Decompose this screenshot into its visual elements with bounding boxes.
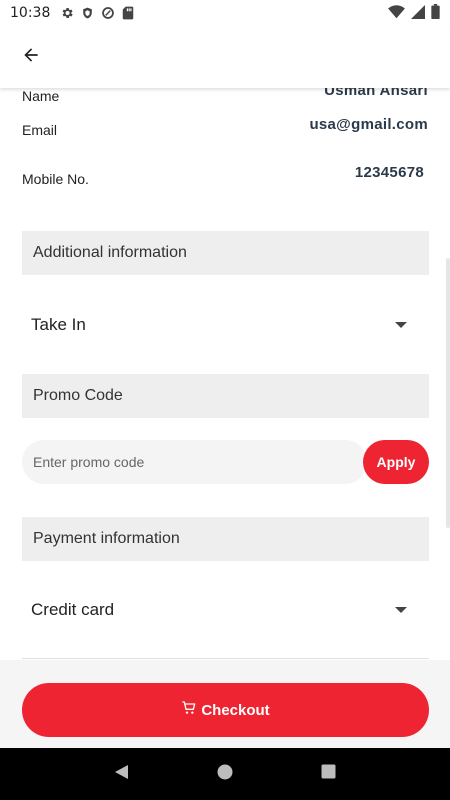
arrow-back-icon: [21, 45, 41, 70]
email-value: usa@gmail.com: [309, 116, 428, 133]
order-type-value: Take In: [31, 315, 86, 334]
status-time: 10:38: [10, 5, 51, 21]
app-bar: [0, 26, 450, 88]
dropdown-arrow-icon: [395, 607, 407, 613]
back-button[interactable]: [18, 44, 44, 70]
email-row: Email usa@gmail.com: [22, 116, 428, 138]
mobile-value: 12345678: [354, 164, 424, 181]
promo-code-row: Apply: [22, 440, 429, 484]
system-nav-bar: [0, 748, 450, 800]
signal-icon: [411, 4, 425, 23]
wifi-icon: [388, 4, 405, 23]
name-value: Usman Ansari: [324, 88, 428, 99]
settings-gear-icon: [60, 6, 74, 20]
status-icons-right: [388, 3, 440, 23]
payment-info-header: Payment information: [22, 517, 429, 561]
payment-method-dropdown[interactable]: Credit card: [22, 585, 429, 635]
shield-icon: [81, 6, 94, 20]
divider: [22, 658, 429, 659]
checkout-panel: Checkout: [0, 660, 450, 748]
scrollbar[interactable]: [446, 258, 450, 528]
recents-square-icon: [321, 764, 336, 784]
apply-promo-button[interactable]: Apply: [363, 440, 429, 484]
promo-code-header: Promo Code: [22, 374, 429, 418]
mobile-row: Mobile No. 12345678: [22, 164, 428, 187]
promo-code-input[interactable]: [22, 440, 367, 484]
name-row: Name Usman Ansari: [22, 88, 428, 104]
status-icons-left: [60, 6, 134, 20]
additional-info-header: Additional information: [22, 231, 429, 275]
dropdown-arrow-icon: [395, 322, 407, 328]
checkout-form-scroll[interactable]: Name Usman Ansari Email usa@gmail.com Mo…: [0, 88, 450, 660]
cart-icon: [181, 700, 197, 720]
checkout-button[interactable]: Checkout: [22, 683, 429, 737]
order-type-dropdown[interactable]: Take In: [22, 300, 429, 350]
data-saver-icon: [101, 6, 115, 20]
nav-recents-button[interactable]: [308, 754, 348, 794]
payment-method-value: Credit card: [31, 600, 115, 619]
status-bar: 10:38: [0, 0, 450, 26]
mobile-label: Mobile No.: [22, 171, 89, 187]
home-circle-icon: [217, 764, 233, 785]
checkout-label: Checkout: [201, 701, 270, 719]
back-triangle-icon: [114, 764, 130, 785]
battery-icon: [431, 3, 440, 23]
sd-card-icon: [122, 6, 134, 20]
nav-home-button[interactable]: [205, 754, 245, 794]
name-label: Name: [22, 88, 60, 104]
email-label: Email: [22, 122, 58, 138]
nav-back-button[interactable]: [102, 754, 142, 794]
